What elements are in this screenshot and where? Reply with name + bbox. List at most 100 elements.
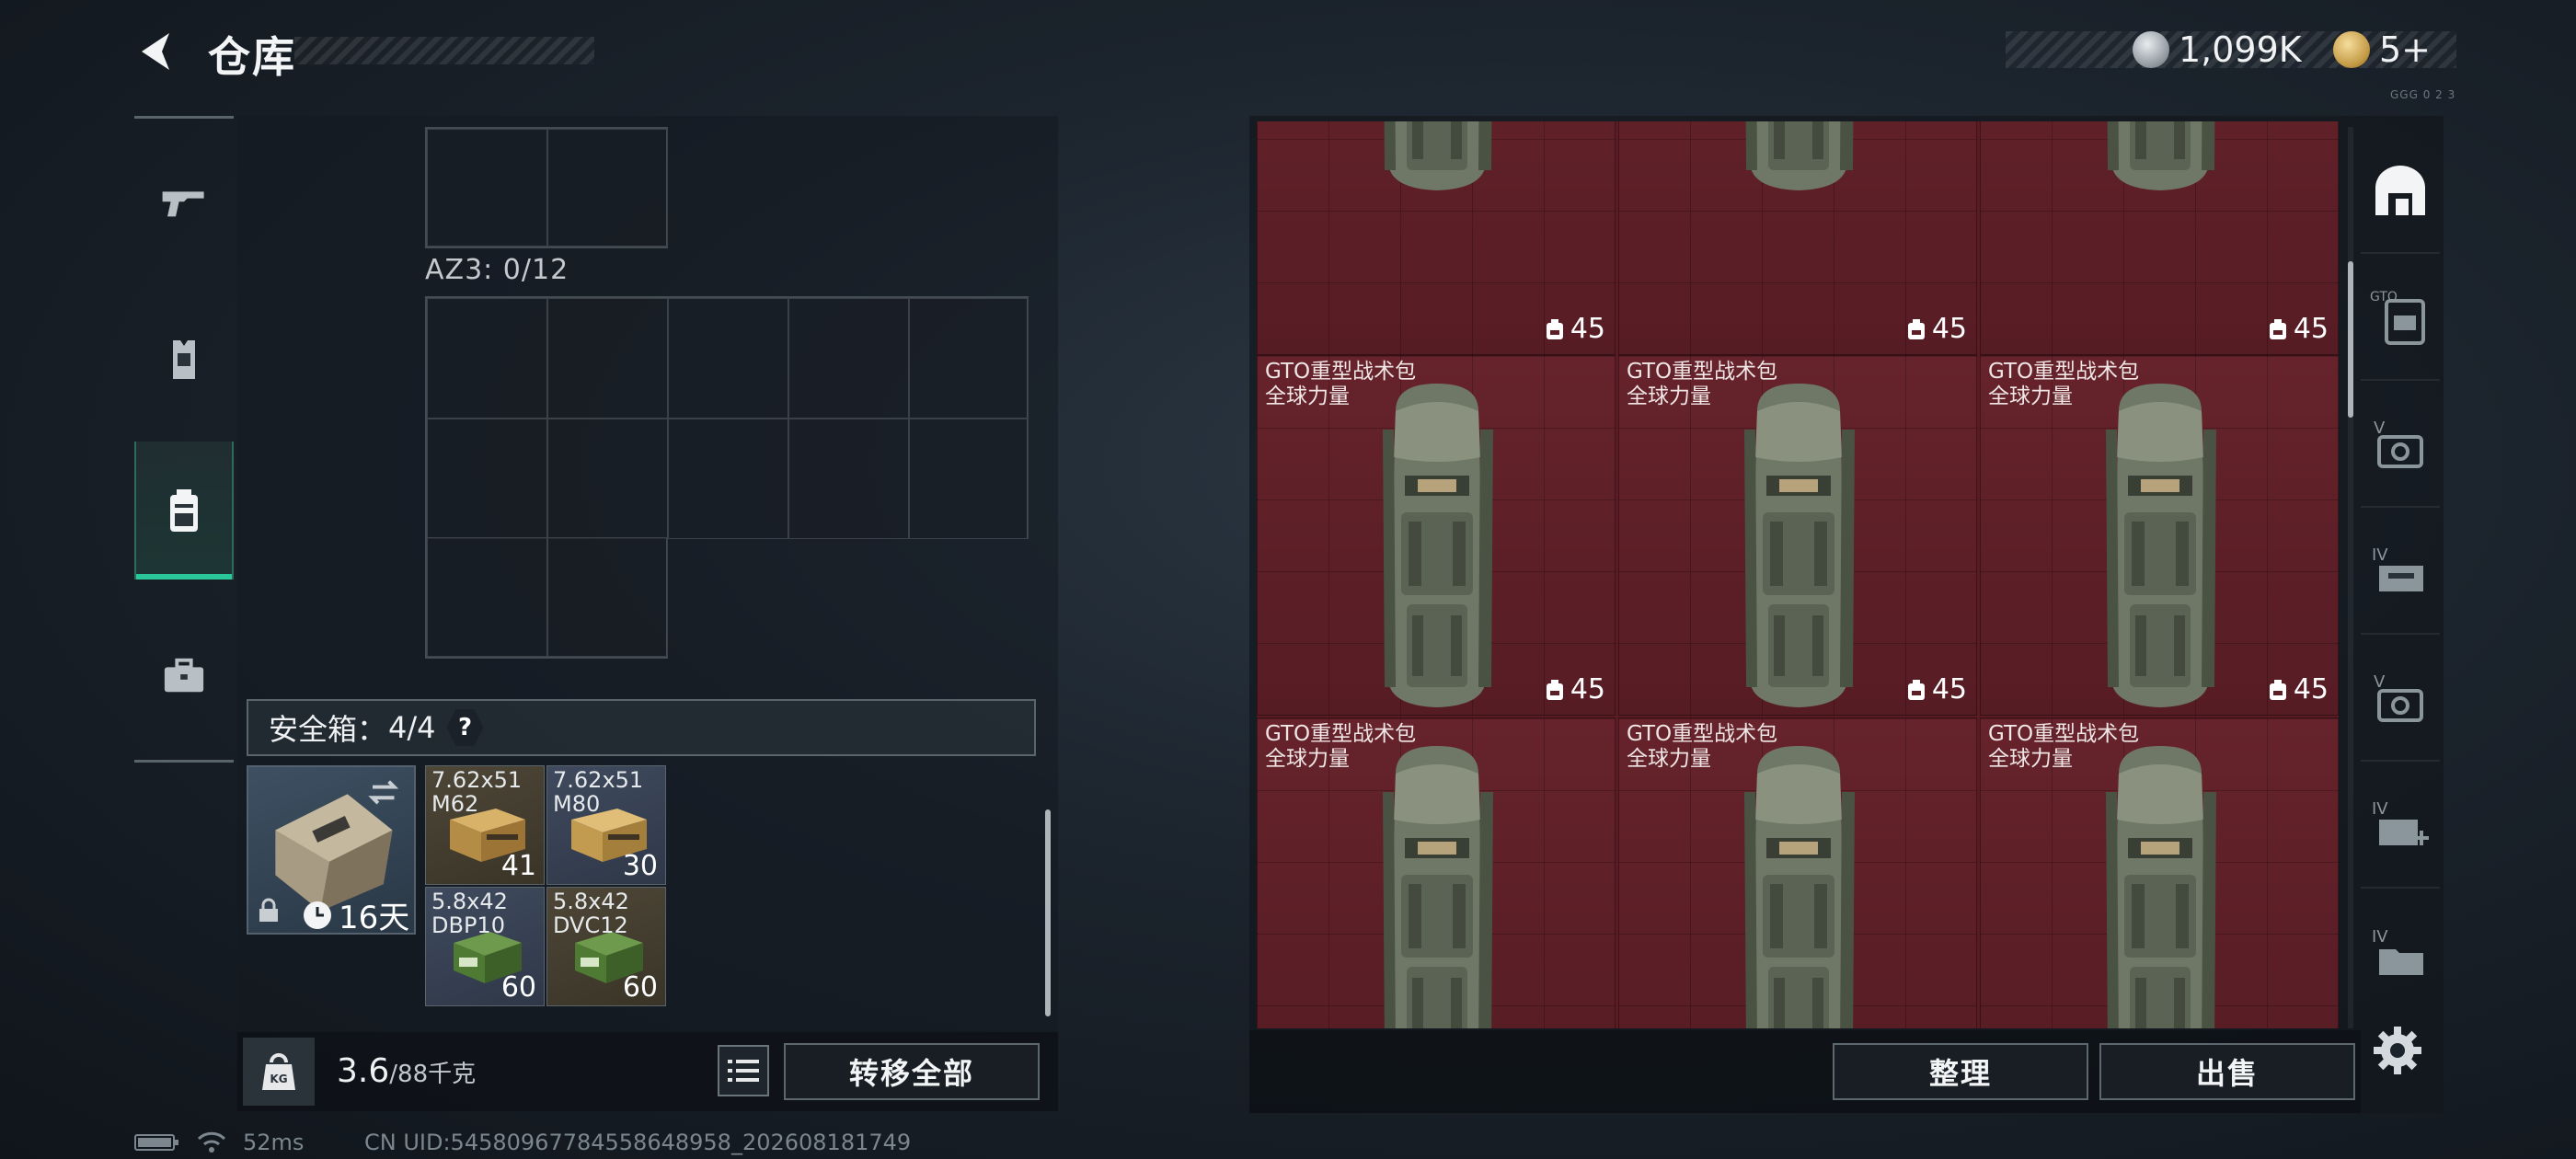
- right-nav-gto[interactable]: GTO: [2361, 256, 2440, 381]
- storage-grid-top: [425, 127, 668, 248]
- weight-kg-icon: KG: [262, 1053, 295, 1090]
- tactical-backpack-icon: [2106, 746, 2216, 1028]
- bag-grid: 45 45 45 GTO重型战术包 全球力量 45 GTO重型战术包 全球力量 …: [1257, 121, 2339, 1028]
- ammo-name: 7.62x51 M80: [553, 767, 644, 817]
- backpack-small-icon: [2269, 318, 2286, 339]
- right-nav-v-1[interactable]: V: [2361, 383, 2440, 508]
- nav-item-backpack[interactable]: [134, 442, 234, 580]
- right-nav-v-2[interactable]: V: [2361, 637, 2440, 762]
- ammo-name: 5.8x42 DBP10: [431, 889, 508, 938]
- tactical-backpack-icon: [1383, 384, 1493, 707]
- gto-bag-icon: GTO: [2370, 290, 2425, 345]
- v-tier-bag-icon: V: [2374, 419, 2423, 468]
- ammo-count: 60: [622, 971, 658, 1004]
- bag-tile[interactable]: GTO重型战术包 全球力量: [1618, 717, 1977, 1028]
- swap-icon: [368, 780, 399, 805]
- bag-tile[interactable]: GTO重型战术包 全球力量 45: [1257, 355, 1616, 716]
- safe-box-header: 安全箱： 4/4 ?: [247, 699, 1036, 756]
- weight-max: /88千克: [389, 1061, 477, 1088]
- bag-capacity: 45: [2268, 673, 2329, 706]
- nav-top-line: [134, 116, 234, 119]
- gold-currency: 5+: [2333, 28, 2431, 72]
- organize-button[interactable]: 整理: [1833, 1043, 2088, 1100]
- help-icon[interactable]: ?: [446, 709, 484, 746]
- svg-text:IV: IV: [2372, 545, 2388, 565]
- bag-tile[interactable]: GTO重型战术包 全球力量 45: [1980, 355, 2339, 716]
- ammo-slot-m80[interactable]: 7.62x51 M80 30: [546, 765, 666, 885]
- gear-icon: [2374, 1027, 2421, 1074]
- nav-item-armor[interactable]: [134, 291, 234, 429]
- nav-bottom-line: [134, 760, 234, 763]
- uid-text: CN UID:54580967784558648958_202608181749: [364, 1130, 912, 1155]
- bag-tile[interactable]: 45: [1257, 121, 1616, 355]
- settings-button[interactable]: [2370, 1023, 2425, 1078]
- ammo-slot-dbp10[interactable]: 5.8x42 DBP10 60: [425, 887, 545, 1006]
- weight-icon-box: KG: [243, 1038, 315, 1106]
- list-view-button[interactable]: [718, 1045, 769, 1096]
- sell-button[interactable]: 出售: [2099, 1043, 2355, 1100]
- v-tier-container-icon: V: [2374, 672, 2423, 722]
- weight-display: 3.6/88千克: [337, 1052, 476, 1090]
- clock-icon: [304, 901, 331, 929]
- safe-box-label: 安全箱：: [269, 712, 387, 747]
- bag-tile[interactable]: GTO重型战术包 全球力量: [1980, 717, 2339, 1028]
- bag-capacity-value: 45: [2293, 313, 2329, 345]
- iv-tier-bag-icon: IV: [2372, 545, 2423, 591]
- svg-text:IV: IV: [2372, 799, 2388, 819]
- back-arrow-icon: [142, 33, 169, 70]
- bag-capacity: 45: [2268, 313, 2329, 345]
- wifi-icon: [197, 1131, 226, 1153]
- right-nav-home[interactable]: [2361, 129, 2440, 254]
- ammo-slot-dvc12[interactable]: 5.8x42 DVC12 60: [546, 887, 666, 1006]
- bag-tile[interactable]: 45: [1980, 121, 2339, 355]
- az3-grid-upper[interactable]: [425, 296, 1029, 539]
- svg-text:V: V: [2374, 419, 2386, 438]
- iv-tier-medkit-icon: IV: [2372, 799, 2429, 845]
- bag-scrollbar[interactable]: [2348, 261, 2353, 418]
- corner-text: GGG 0 2 3: [2390, 88, 2456, 101]
- backpack-small-icon: [2269, 679, 2286, 700]
- bag-tile[interactable]: GTO重型战术包 全球力量: [1257, 717, 1616, 1028]
- storage-scrollbar[interactable]: [1045, 809, 1051, 1016]
- ammo-name: 7.62x51 M62: [431, 767, 523, 817]
- bag-name: GTO重型战术包 全球力量: [1627, 360, 1778, 408]
- gold-amount: 5+: [2379, 29, 2432, 70]
- transfer-all-button[interactable]: 转移全部: [784, 1043, 1040, 1100]
- bag-tile[interactable]: 45: [1618, 121, 1977, 355]
- az3-grid-lower[interactable]: [425, 537, 668, 659]
- backpack-small-icon: [1907, 318, 1925, 339]
- ammo-count: 30: [622, 850, 658, 882]
- bag-name: GTO重型战术包 全球力量: [1265, 722, 1417, 771]
- title-stripe: [294, 37, 594, 64]
- nav-item-supplies[interactable]: [134, 607, 234, 745]
- ammo-slot-m62[interactable]: 7.62x51 M62 41: [425, 765, 545, 885]
- svg-text:V: V: [2374, 672, 2386, 692]
- toolbox-icon: [164, 658, 204, 693]
- bag-name: GTO重型战术包 全球力量: [1988, 360, 2140, 408]
- pistol-icon: [162, 191, 204, 217]
- tactical-backpack-icon: [2106, 384, 2216, 707]
- timer-text: 16天: [339, 900, 410, 936]
- right-nav-iv-3[interactable]: IV: [2361, 890, 2440, 1016]
- page-title: 仓库: [208, 32, 296, 82]
- backpack-small-icon: [1907, 679, 1925, 700]
- bag-tile[interactable]: GTO重型战术包 全球力量 45: [1618, 355, 1977, 716]
- iv-tier-folder-icon: IV: [2372, 927, 2423, 975]
- ping-text: 52ms: [243, 1130, 305, 1155]
- az3-label: AZ3: 0/12: [425, 254, 569, 286]
- tactical-backpack-icon: [1744, 746, 1855, 1028]
- weight-current: 3.6: [337, 1052, 390, 1090]
- tactical-backpack-icon: [1745, 121, 1854, 190]
- svg-text:KG: KG: [270, 1073, 287, 1085]
- right-nav-iv-2[interactable]: IV: [2361, 763, 2440, 889]
- back-button[interactable]: [129, 24, 184, 79]
- right-nav-iv-1[interactable]: IV: [2361, 510, 2440, 635]
- nav-item-weapons[interactable]: [134, 134, 234, 272]
- bag-capacity-value: 45: [1931, 673, 1967, 706]
- backpack-small-icon: [1546, 679, 1563, 700]
- ammo-name: 5.8x42 DVC12: [553, 889, 629, 938]
- bag-name: GTO重型战术包 全球力量: [1627, 722, 1778, 771]
- bag-name: GTO重型战术包 全球力量: [1265, 360, 1417, 408]
- lock-icon: [259, 898, 278, 922]
- backpack-small-icon: [1546, 318, 1563, 339]
